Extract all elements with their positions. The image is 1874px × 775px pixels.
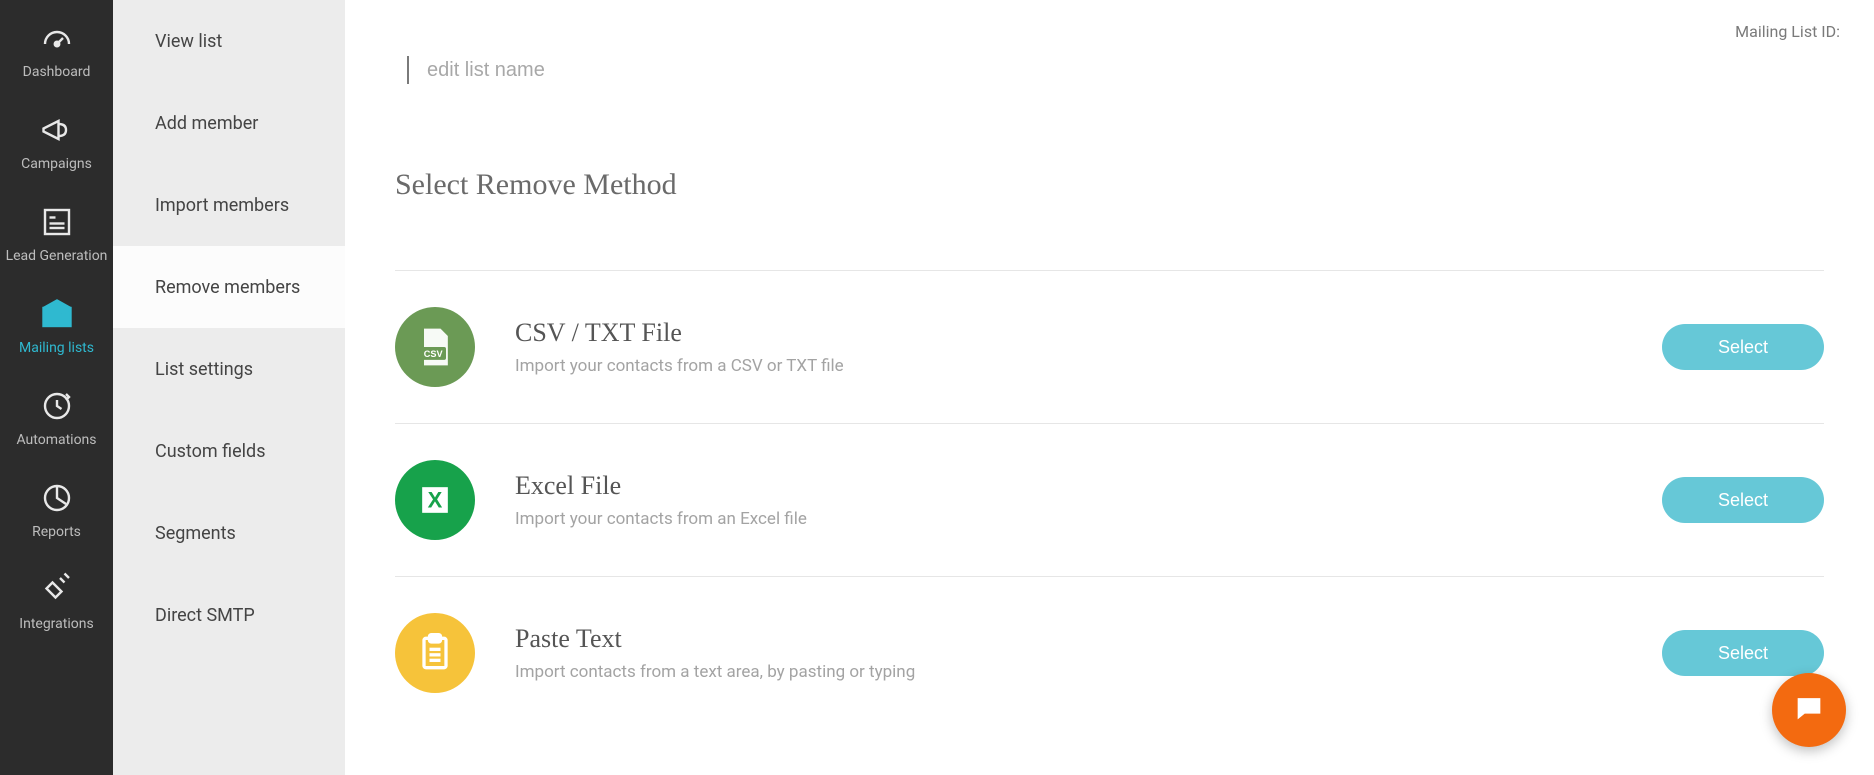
csv-file-icon: CSV — [395, 307, 475, 387]
method-text: Excel File Import your contacts from an … — [515, 471, 1622, 529]
method-paste: Paste Text Import contacts from a text a… — [395, 576, 1824, 729]
svg-text:CSV: CSV — [424, 349, 444, 359]
sub-add-member[interactable]: Add member — [113, 82, 345, 164]
method-excel: X Excel File Import your contacts from a… — [395, 423, 1824, 576]
clipboard-icon — [395, 613, 475, 693]
method-csv: CSV CSV / TXT File Import your contacts … — [395, 270, 1824, 423]
secondary-sidebar: View list Add member Import members Remo… — [113, 0, 345, 775]
sub-label: Direct SMTP — [155, 605, 255, 626]
select-paste-button[interactable]: Select — [1662, 630, 1824, 676]
sub-custom-fields[interactable]: Custom fields — [113, 410, 345, 492]
select-excel-button[interactable]: Select — [1662, 477, 1824, 523]
chat-icon — [1792, 691, 1826, 729]
main-content: Mailing List ID: Select Remove Method CS… — [345, 0, 1874, 775]
sub-label: Remove members — [155, 277, 300, 298]
sub-label: Segments — [155, 523, 236, 544]
nav-label: Campaigns — [21, 156, 92, 172]
list-name-row — [407, 56, 1824, 84]
nav-mailing-lists[interactable]: Mailing lists — [0, 294, 113, 356]
chat-fab[interactable] — [1772, 673, 1846, 747]
method-title: Paste Text — [515, 624, 1622, 654]
method-title: CSV / TXT File — [515, 318, 1622, 348]
nav-leadgen[interactable]: Lead Generation — [0, 202, 113, 264]
sub-import-members[interactable]: Import members — [113, 164, 345, 246]
method-desc: Import your contacts from a CSV or TXT f… — [515, 356, 1622, 376]
method-text: Paste Text Import contacts from a text a… — [515, 624, 1622, 682]
nav-campaigns[interactable]: Campaigns — [0, 110, 113, 172]
nav-label: Reports — [32, 524, 81, 540]
gauge-icon — [37, 18, 77, 58]
method-desc: Import contacts from a text area, by pas… — [515, 662, 1622, 682]
select-csv-button[interactable]: Select — [1662, 324, 1824, 370]
nav-automations[interactable]: Automations — [0, 386, 113, 448]
list-name-input[interactable] — [407, 56, 1007, 84]
nav-dashboard[interactable]: Dashboard — [0, 18, 113, 80]
nav-label: Mailing lists — [19, 340, 94, 356]
sub-label: List settings — [155, 359, 253, 380]
excel-file-icon: X — [395, 460, 475, 540]
nav-integrations[interactable]: Integrations — [0, 570, 113, 632]
mailing-list-id-label: Mailing List ID: — [1735, 22, 1840, 41]
sub-view-list[interactable]: View list — [113, 0, 345, 82]
plug-icon — [37, 570, 77, 610]
section-title: Select Remove Method — [395, 168, 1824, 202]
nav-label: Lead Generation — [6, 248, 108, 264]
sub-segments[interactable]: Segments — [113, 492, 345, 574]
sub-label: View list — [155, 31, 222, 52]
sub-label: Import members — [155, 195, 289, 216]
sub-label: Custom fields — [155, 441, 266, 462]
sub-list-settings[interactable]: List settings — [113, 328, 345, 410]
method-desc: Import your contacts from an Excel file — [515, 509, 1622, 529]
methods-list: CSV CSV / TXT File Import your contacts … — [395, 270, 1824, 729]
pie-icon — [37, 478, 77, 518]
sub-label: Add member — [155, 113, 258, 134]
form-icon — [37, 202, 77, 242]
nav-reports[interactable]: Reports — [0, 478, 113, 540]
svg-text:X: X — [428, 487, 443, 512]
nav-label: Automations — [16, 432, 96, 448]
sub-direct-smtp[interactable]: Direct SMTP — [113, 574, 345, 656]
nav-label: Integrations — [19, 616, 93, 632]
megaphone-icon — [37, 110, 77, 150]
primary-sidebar: Dashboard Campaigns Lead Generation — [0, 0, 113, 775]
method-title: Excel File — [515, 471, 1622, 501]
envelope-icon — [37, 294, 77, 334]
clock-cycle-icon — [37, 386, 77, 426]
nav-label: Dashboard — [23, 64, 91, 80]
method-text: CSV / TXT File Import your contacts from… — [515, 318, 1622, 376]
sub-remove-members[interactable]: Remove members — [113, 246, 345, 328]
